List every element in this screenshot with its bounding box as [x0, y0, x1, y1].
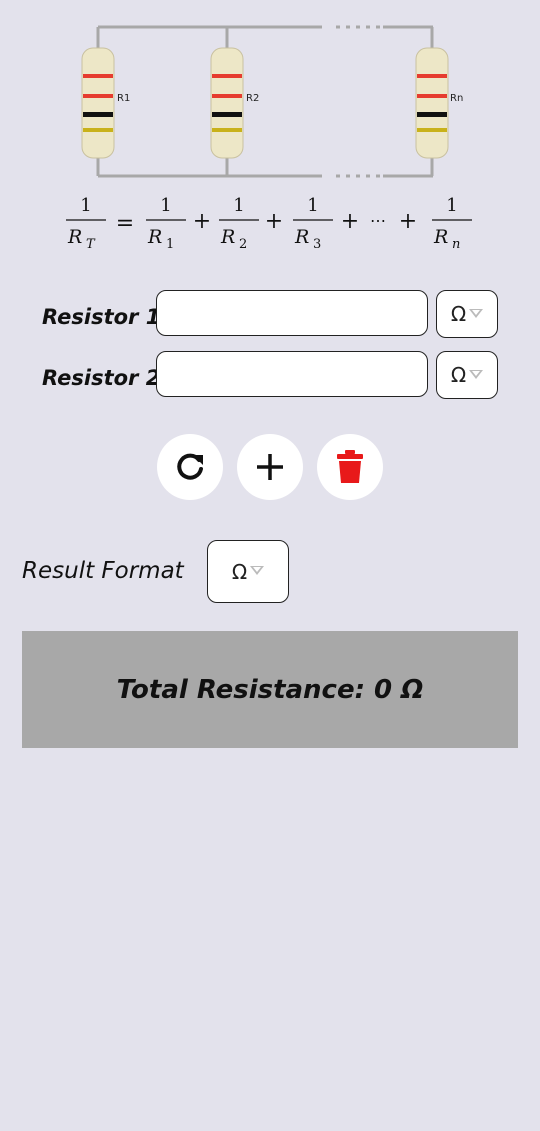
refresh-icon — [177, 453, 203, 480]
total-resistance-panel: Total Resistance: 0 Ω — [22, 631, 518, 748]
add-resistor-button[interactable] — [237, 434, 303, 500]
svg-text:1: 1 — [80, 195, 91, 216]
resistor-2-input[interactable] — [156, 351, 428, 397]
resistor-2-unit-select[interactable]: Ω — [436, 351, 498, 399]
reset-button[interactable] — [157, 434, 223, 500]
plus-icon — [257, 454, 283, 480]
result-format-unit-value: Ω — [231, 559, 248, 584]
circuit-ellipsis-wires — [336, 25, 380, 178]
circuit-wires — [96, 25, 434, 178]
trash-icon — [337, 450, 363, 483]
chevron-down-icon — [469, 369, 484, 379]
resistor-1-unit-value: Ω — [450, 302, 467, 326]
resistor-r2-graphic — [210, 47, 244, 159]
parallel-circuit-diagram: R1 R2 Rn 1 R T = 1 R 1 + 1 R 2 + 1 R 3 +… — [66, 25, 472, 252]
chevron-down-icon — [469, 308, 484, 318]
svg-text:1: 1 — [166, 237, 174, 252]
svg-text:R: R — [433, 226, 448, 248]
svg-text:3: 3 — [313, 237, 321, 252]
resistor-1-label: Resistor 1: — [42, 305, 169, 329]
result-format-select[interactable]: Ω — [207, 540, 289, 603]
svg-text:+: + — [341, 209, 359, 234]
result-format-label: Result Format — [22, 558, 184, 584]
svg-text:n: n — [452, 237, 460, 252]
svg-text:1: 1 — [307, 195, 318, 216]
svg-text:1: 1 — [160, 195, 171, 216]
delete-resistor-button[interactable] — [317, 434, 383, 500]
svg-text:R: R — [220, 226, 235, 248]
svg-text:T: T — [86, 237, 96, 252]
svg-text:1: 1 — [446, 195, 457, 216]
resistor-2-unit-value: Ω — [450, 363, 467, 387]
total-resistance-text: Total Resistance: 0 Ω — [116, 674, 424, 705]
svg-text:R: R — [67, 226, 82, 248]
parallel-resistance-formula: 1 R T = 1 R 1 + 1 R 2 + 1 R 3 + ⋯ + 1 R … — [66, 195, 472, 252]
svg-text:+: + — [399, 209, 417, 234]
svg-text:R: R — [147, 226, 162, 248]
label-rn: Rn — [450, 93, 463, 104]
resistor-rn-graphic — [415, 47, 449, 159]
svg-text:1: 1 — [233, 195, 244, 216]
svg-text:2: 2 — [239, 237, 247, 252]
resistor-r1-graphic — [81, 47, 115, 159]
label-r2: R2 — [246, 93, 259, 104]
resistor-2-label: Resistor 2: — [42, 366, 169, 390]
svg-text:R: R — [294, 226, 309, 248]
svg-text:+: + — [265, 209, 283, 234]
svg-text:+: + — [193, 209, 211, 234]
svg-text:=: = — [116, 211, 134, 236]
resistor-1-input[interactable] — [156, 290, 428, 336]
chevron-down-icon — [250, 566, 265, 575]
resistor-1-unit-select[interactable]: Ω — [436, 290, 498, 338]
label-r1: R1 — [117, 93, 130, 104]
svg-text:⋯: ⋯ — [370, 211, 386, 230]
